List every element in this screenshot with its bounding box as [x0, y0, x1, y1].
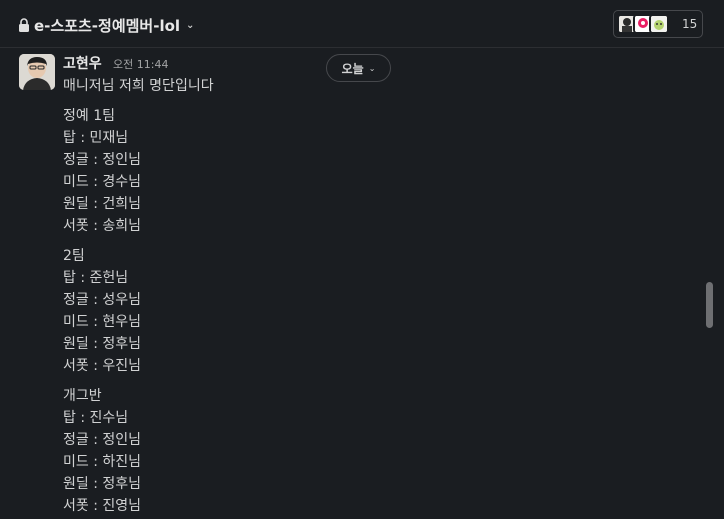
member-avatar: [649, 14, 669, 34]
message-line: 원딜 : 정후님: [63, 336, 142, 352]
message-line: 탑 : 준헌님: [63, 270, 129, 286]
lock-icon: [19, 18, 29, 32]
message-line: 원딜 : 건희님: [63, 196, 142, 212]
message-line: 미드 : 경수님: [63, 174, 142, 190]
message-line: 서폿 : 송희님: [63, 218, 142, 234]
message-line: 서폿 : 우진님: [63, 358, 142, 374]
channel-header: e-스포츠-정예멤버-lol ⌄ 15: [0, 0, 724, 48]
message-author[interactable]: 고현우: [63, 53, 102, 73]
message-line: 정글 : 성우님: [63, 292, 142, 308]
chevron-down-icon: ⌄: [186, 19, 195, 31]
date-label: 오늘: [341, 61, 364, 76]
message-line: 미드 : 하진님: [63, 454, 142, 470]
channel-name: e-스포츠-정예멤버-lol: [34, 16, 181, 35]
message-line: 매니저님 저희 명단입니다: [63, 78, 214, 94]
message-timestamp[interactable]: 오전 11:44: [113, 56, 168, 72]
message-line: 미드 : 현우님: [63, 314, 142, 330]
message-line: 정글 : 정인님: [63, 432, 142, 448]
member-count: 15: [682, 17, 698, 31]
avatar[interactable]: [19, 54, 55, 90]
date-divider-button[interactable]: 오늘 ⌄: [326, 54, 391, 82]
message-line: 정글 : 정인님: [63, 152, 142, 168]
member-list-button[interactable]: 15: [613, 10, 703, 38]
message-line: 탑 : 진수님: [63, 410, 129, 426]
message-line: 개그반: [63, 388, 102, 404]
channel-name-button[interactable]: e-스포츠-정예멤버-lol ⌄: [18, 14, 194, 36]
message-line: 정예 1팀: [63, 108, 115, 124]
message-line: 원딜 : 정후님: [63, 476, 142, 492]
message-line: 탑 : 민재님: [63, 130, 129, 146]
chevron-down-icon: ⌄: [368, 63, 376, 73]
message-line: 2팀: [63, 248, 85, 264]
message-line: 서폿 : 진영님: [63, 498, 142, 514]
scrollbar-thumb[interactable]: [706, 282, 713, 328]
